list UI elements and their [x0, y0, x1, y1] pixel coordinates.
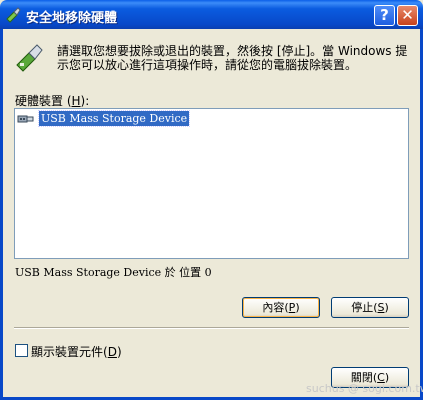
- stop-button-suffix: ): [384, 301, 389, 314]
- safely-remove-hardware-icon: [6, 7, 21, 23]
- show-components-label[interactable]: 顯示裝置元件(D): [31, 343, 122, 360]
- properties-button-suffix: ): [295, 301, 300, 314]
- show-components-label-prefix: 顯示裝置元件(: [31, 345, 108, 359]
- stop-button-prefix: 停止(: [351, 301, 378, 314]
- window-frame-left: [0, 29, 3, 400]
- separator: [14, 327, 409, 329]
- stop-button[interactable]: 停止(S): [331, 297, 409, 318]
- help-button[interactable]: ?: [374, 5, 395, 26]
- window-title: 安全地移除硬體: [26, 11, 118, 26]
- show-components-checkbox[interactable]: [15, 344, 28, 357]
- hardware-list-label: 硬體裝置 (H):: [15, 92, 89, 109]
- hardware-list-label-accesskey: H: [71, 94, 81, 108]
- show-components-label-suffix: ): [116, 345, 122, 359]
- title-bar[interactable]: 安全地移除硬體 ? ✕: [0, 0, 423, 29]
- close-window-button[interactable]: ✕: [397, 5, 418, 26]
- properties-button[interactable]: 內容(P): [242, 297, 320, 318]
- hardware-list-label-prefix: 硬體裝置 (: [15, 94, 72, 108]
- watermark: suchus @ sogi.com.tw: [306, 382, 423, 395]
- device-location-text: USB Mass Storage Device 於 位置 0: [15, 266, 212, 279]
- hardware-list-label-suffix: ):: [80, 94, 90, 108]
- properties-button-prefix: 內容(: [262, 301, 289, 314]
- hardware-device-list[interactable]: USB Mass Storage Device: [14, 108, 409, 259]
- safely-remove-hardware-icon: [16, 44, 43, 72]
- show-components-label-accesskey: D: [107, 345, 117, 359]
- instructions-text: 請選取您想要拔除或退出的裝置，然後按 [停止]。當 Windows 提示您可以放…: [57, 44, 408, 72]
- usb-device-icon: [17, 115, 34, 123]
- list-item-label: USB Mass Storage Device: [37, 110, 191, 127]
